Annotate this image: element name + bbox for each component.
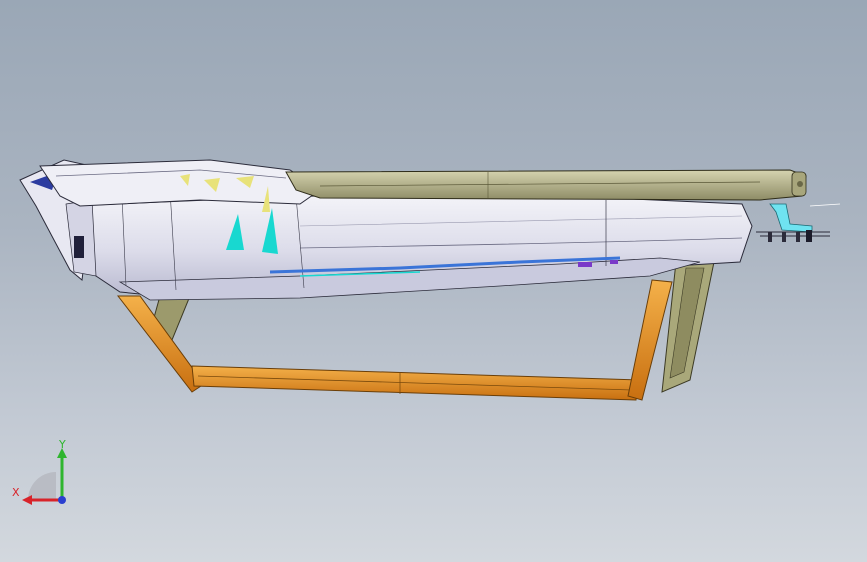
triad-plane-icon xyxy=(28,472,56,500)
coordinate-triad: Y X xyxy=(10,438,80,508)
main-body xyxy=(69,189,753,301)
y-axis-label: Y xyxy=(58,438,66,451)
cad-viewport[interactable]: Y X xyxy=(0,0,867,562)
upper-rear-section xyxy=(39,159,321,207)
z-axis-icon xyxy=(58,496,66,504)
x-axis-label: X xyxy=(12,486,20,499)
top-rail xyxy=(285,169,807,201)
model-view[interactable] xyxy=(0,0,867,562)
